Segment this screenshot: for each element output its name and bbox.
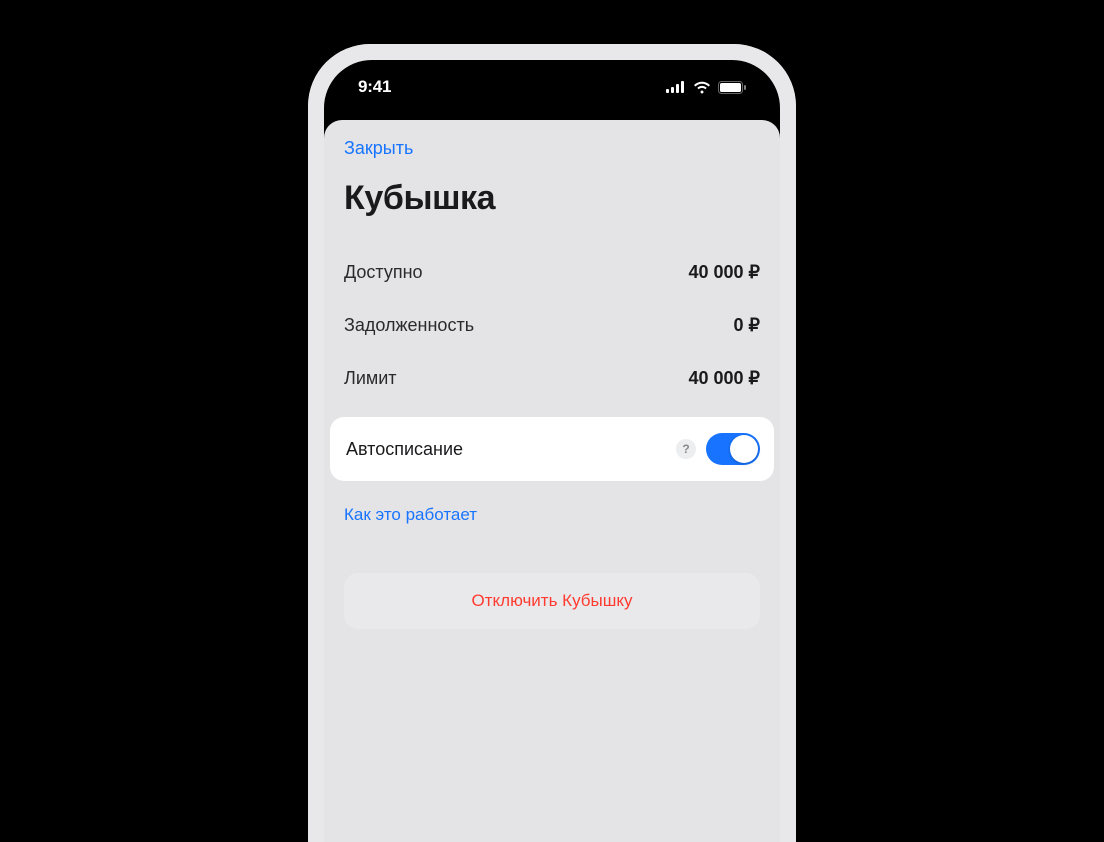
stat-row-debt: Задолженность 0 ₽ <box>324 299 780 352</box>
status-indicators <box>666 81 746 94</box>
phone-frame: 9:41 Закрыть К <box>308 44 796 842</box>
stat-label-available: Доступно <box>344 262 423 283</box>
autopay-row: Автосписание ? <box>330 417 774 481</box>
close-button[interactable]: Закрыть <box>344 138 413 158</box>
how-it-works-row: Как это работает <box>324 481 780 533</box>
help-icon[interactable]: ? <box>676 439 696 459</box>
stat-value-limit: 40 000 ₽ <box>688 368 760 389</box>
phone-bezel: 9:41 Закрыть К <box>308 44 796 842</box>
how-it-works-link[interactable]: Как это работает <box>344 505 477 524</box>
wifi-icon <box>693 81 711 94</box>
close-row: Закрыть <box>324 120 780 169</box>
stat-value-debt: 0 ₽ <box>734 315 760 336</box>
disable-button-wrap: Отключить Кубышку <box>324 533 780 649</box>
phone-screen: 9:41 Закрыть К <box>324 60 780 842</box>
page-title: Кубышка <box>344 179 760 218</box>
status-bar: 9:41 <box>324 60 780 114</box>
autopay-label: Автосписание <box>346 439 463 460</box>
disable-button[interactable]: Отключить Кубышку <box>344 573 760 629</box>
content-sheet: Закрыть Кубышка Доступно 40 000 ₽ Задолж… <box>324 120 780 842</box>
stat-value-available: 40 000 ₽ <box>688 262 760 283</box>
autopay-toggle[interactable] <box>706 433 760 465</box>
stat-row-available: Доступно 40 000 ₽ <box>324 246 780 299</box>
stat-row-limit: Лимит 40 000 ₽ <box>324 352 780 405</box>
stat-label-debt: Задолженность <box>344 315 474 336</box>
toggle-knob <box>730 435 758 463</box>
autopay-controls: ? <box>676 433 760 465</box>
battery-icon <box>718 81 746 94</box>
stat-label-limit: Лимит <box>344 368 397 389</box>
status-time: 9:41 <box>358 77 391 97</box>
title-row: Кубышка <box>324 169 780 246</box>
cellular-signal-icon <box>666 81 686 93</box>
